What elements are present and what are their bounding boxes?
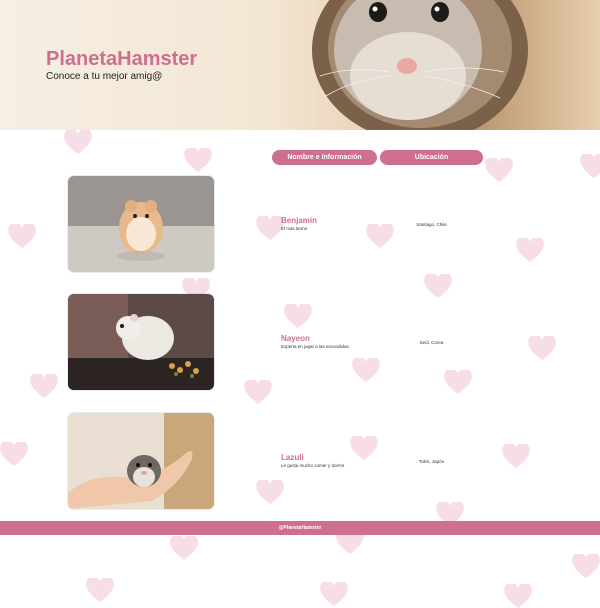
hamster-name: Benjamín	[281, 216, 318, 225]
heart-icon	[86, 578, 114, 602]
column-header-name-info[interactable]: Nombre e Información	[272, 150, 377, 165]
site-title: PlanetaHamster	[46, 48, 198, 70]
site-tagline: Conoce a tu mejor amig@	[46, 71, 163, 82]
hamster-description: Experta en jugar a las escondidas	[281, 344, 349, 349]
column-header-location[interactable]: Ubicación	[380, 150, 483, 165]
hamster-photo	[68, 176, 214, 272]
hamster-location: Tokio, Japón	[418, 459, 445, 464]
heart-icon	[184, 148, 212, 172]
heart-icon	[572, 554, 600, 578]
table-row: Lazuli Le gusta mucho comer y dormir Tok…	[0, 413, 600, 511]
hamster-description: El más tierno	[281, 226, 308, 231]
hero-banner: PlanetaHamster Conoce a tu mejor amig@	[0, 0, 600, 130]
hamster-location: Santiago, Chile	[416, 222, 447, 227]
hamster-hero-illustration	[312, 0, 528, 130]
heart-icon	[64, 130, 92, 154]
hamster-description: Le gusta mucho comer y dormir	[281, 463, 345, 468]
heart-icon	[504, 584, 532, 608]
hamster-name: Nayeon	[281, 334, 310, 343]
hamster-location: Seúl, Corea	[419, 340, 444, 345]
hamster-photo	[68, 413, 214, 509]
table-row: Nayeon Experta en jugar a las escondidas…	[0, 294, 600, 392]
heart-icon	[580, 154, 600, 178]
heart-icon	[320, 582, 348, 606]
heart-icon	[170, 536, 198, 560]
table-row: Benjamín El más tierno Santiago, Chile	[0, 176, 600, 274]
hamster-name: Lazuli	[281, 453, 304, 462]
hamster-photo	[68, 294, 214, 390]
footer-handle[interactable]: @PlanetaHamster	[0, 521, 600, 535]
